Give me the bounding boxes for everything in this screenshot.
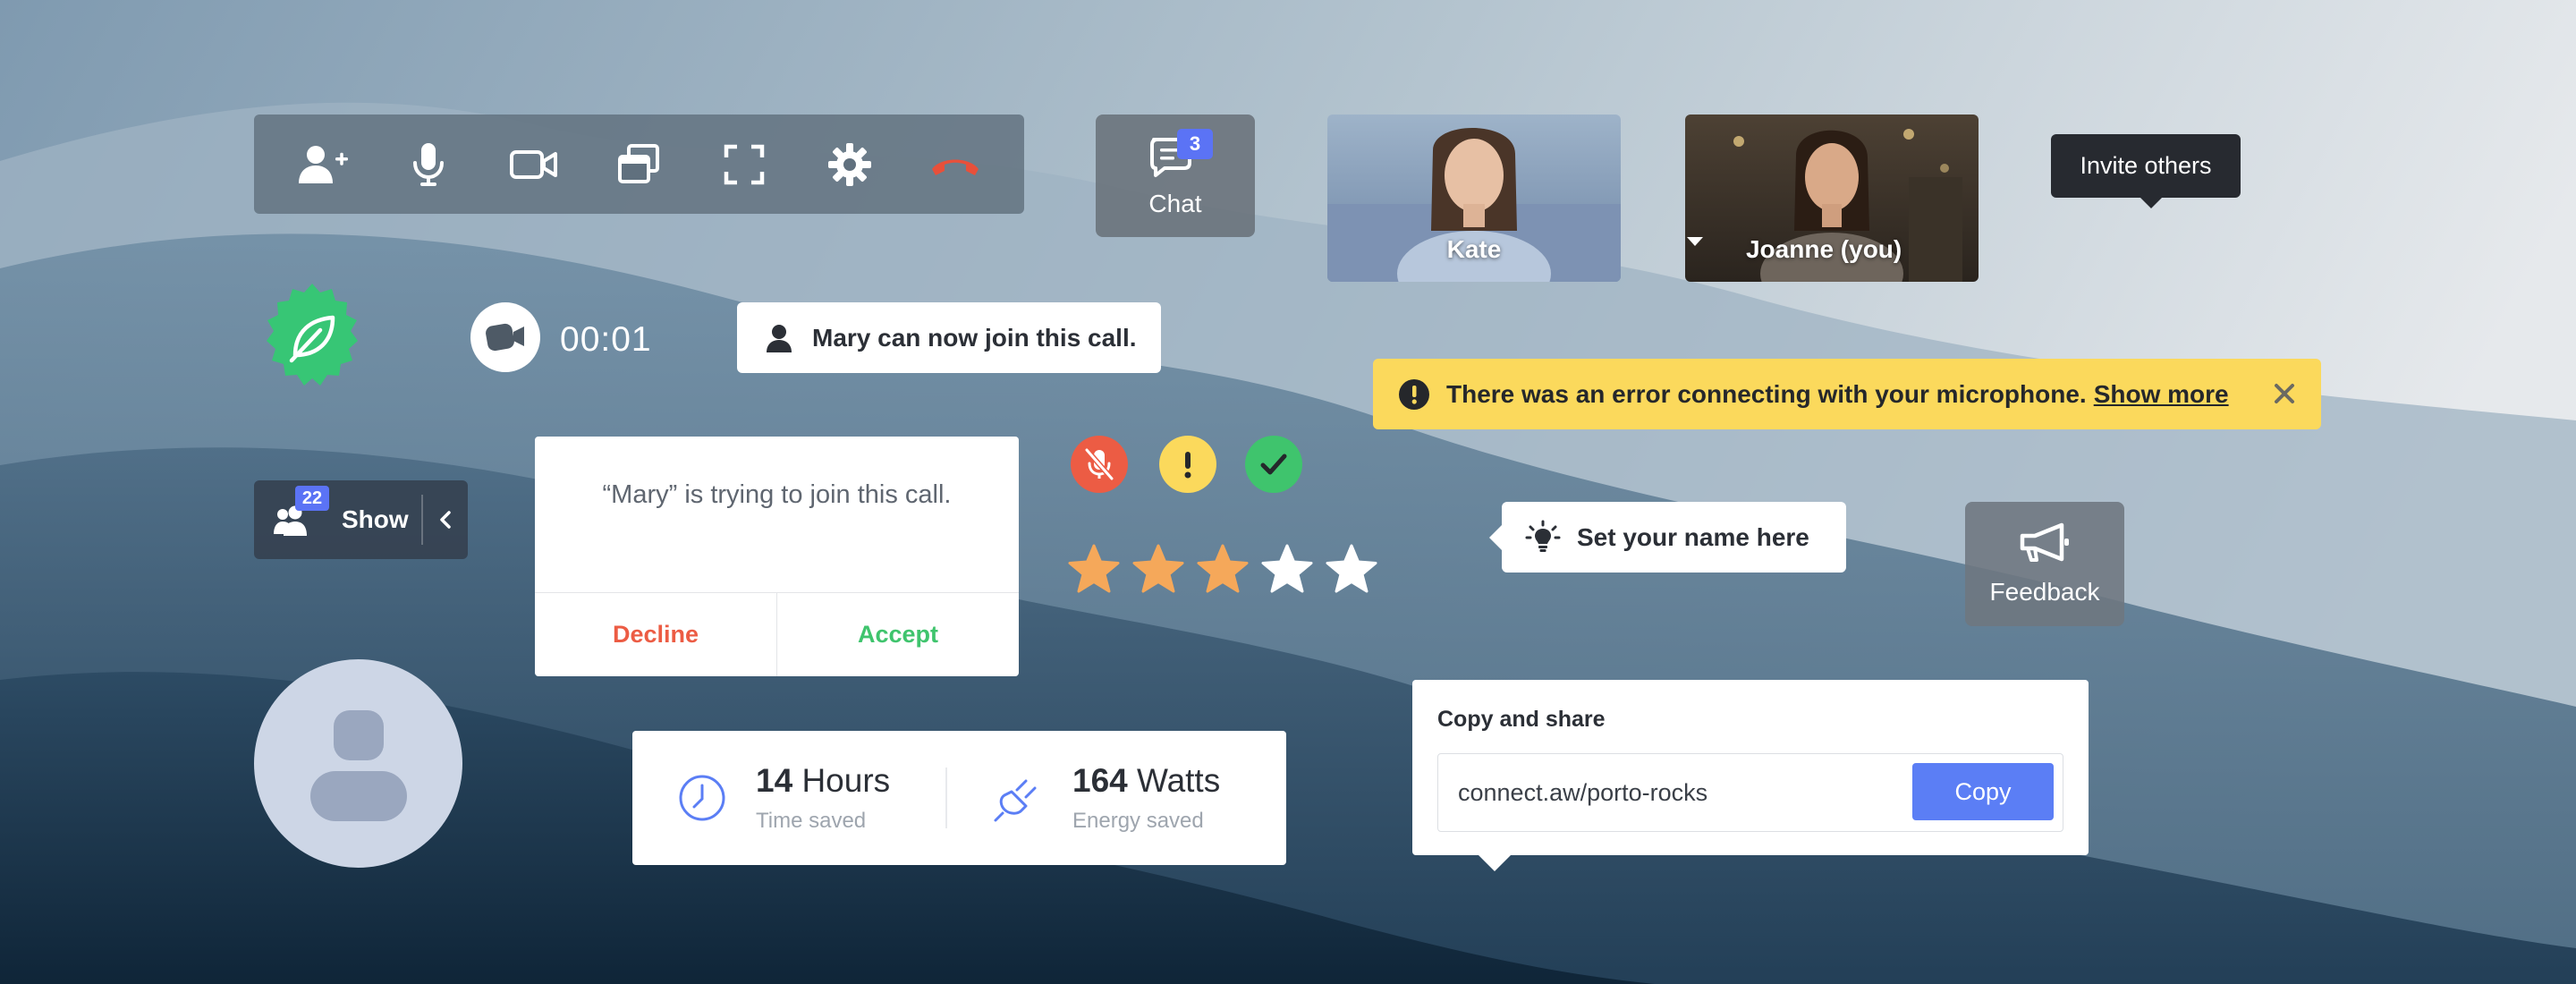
- fullscreen-icon: [724, 144, 765, 184]
- check-icon: [1245, 436, 1302, 493]
- warning-status-icon: [1159, 436, 1216, 493]
- feedback-button[interactable]: Feedback: [1965, 502, 2124, 626]
- recording-indicator: [470, 302, 540, 372]
- set-name-placeholder: Set your name here: [1577, 522, 1809, 551]
- invite-others-tooltip: Invite others: [2051, 134, 2241, 208]
- show-more-link[interactable]: Show more: [2094, 380, 2229, 409]
- share-url-field: Copy: [1437, 753, 2063, 832]
- call-toolbar: [254, 115, 1024, 214]
- star-filled-icon[interactable]: [1131, 543, 1185, 597]
- megaphone-icon: [2020, 522, 2069, 562]
- star-filled-icon[interactable]: [1067, 543, 1121, 597]
- chevron-left-icon[interactable]: [433, 507, 458, 532]
- star-empty-icon[interactable]: [1325, 543, 1378, 597]
- stat-energy-value: 164 Watts: [1072, 762, 1220, 800]
- divider: [421, 495, 423, 545]
- add-user-button[interactable]: [289, 131, 357, 199]
- warning-icon: [1399, 378, 1429, 410]
- star-filled-icon[interactable]: [1196, 543, 1250, 597]
- plug-icon: [994, 779, 1037, 822]
- camera-button[interactable]: [500, 131, 568, 199]
- eco-badge: [258, 282, 367, 391]
- stat-time-value: 14 Hours: [756, 762, 890, 800]
- participants-count-badge: 22: [295, 486, 329, 511]
- hang-up-icon: [931, 159, 979, 175]
- participants-icon-wrap: 22: [272, 486, 329, 538]
- stat-energy-text: 164 Watts Energy saved: [1072, 762, 1220, 834]
- tile-name-joanne: Joanne (you): [1685, 235, 1979, 264]
- accept-button[interactable]: Accept: [777, 593, 1019, 676]
- stat-energy-unit: Watts: [1137, 762, 1221, 799]
- user-avatar-icon: [309, 709, 407, 821]
- stats-card: 14 Hours Time saved 164 Watts Energy sav…: [632, 731, 1286, 865]
- clock-icon: [679, 775, 725, 821]
- video-tile-joanne[interactable]: Joanne (you): [1685, 115, 1979, 282]
- chat-label: Chat: [1148, 189, 1202, 217]
- user-icon: [767, 324, 792, 352]
- fullscreen-button[interactable]: [710, 131, 778, 199]
- stat-time-unit: Hours: [801, 762, 891, 799]
- leaf-badge-icon: [267, 284, 358, 386]
- participants-toggle[interactable]: 22 Show: [254, 480, 468, 559]
- microphone-button[interactable]: [394, 131, 462, 199]
- stat-energy-label: Energy saved: [1072, 809, 1204, 833]
- error-banner: There was an error connecting with your …: [1373, 359, 2321, 429]
- stat-time-label: Time saved: [756, 809, 867, 833]
- call-timer: 00:01: [560, 320, 652, 359]
- join-request-dialog: “Mary” is trying to join this call. Decl…: [535, 437, 1019, 676]
- stat-time-saved: 14 Hours Time saved: [632, 762, 945, 834]
- hang-up-button[interactable]: [921, 131, 989, 199]
- error-message: There was an error connecting with your …: [1446, 379, 2087, 408]
- settings-button[interactable]: [816, 131, 884, 199]
- decline-button[interactable]: Decline: [535, 593, 777, 676]
- feedback-label: Feedback: [1989, 577, 2100, 606]
- join-request-message: “Mary” is trying to join this call.: [602, 480, 952, 509]
- tile-name-joanne-text: Joanne (you): [1745, 235, 1902, 263]
- show-participants-label: Show: [342, 505, 409, 533]
- add-user-icon: [298, 145, 348, 183]
- video-record-icon: [486, 323, 524, 352]
- share-title: Copy and share: [1437, 707, 1606, 732]
- join-request-actions: Decline Accept: [535, 592, 1019, 676]
- join-notification: Mary can now join this call.: [737, 302, 1161, 373]
- tile-name-kate: Kate: [1446, 235, 1502, 263]
- notification-text: Mary can now join this call.: [812, 323, 1137, 352]
- chat-badge: 3: [1177, 128, 1213, 159]
- copy-button[interactable]: Copy: [1912, 763, 2054, 820]
- microphone-icon: [412, 142, 444, 186]
- screen-share-button[interactable]: [605, 131, 673, 199]
- chat-icon-wrap: 3: [1148, 128, 1213, 181]
- stat-energy-saved: 164 Watts Energy saved: [947, 762, 1260, 834]
- chat-button[interactable]: 3 Chat: [1096, 115, 1255, 237]
- share-card: Copy and share Copy: [1412, 680, 2089, 871]
- star-empty-icon[interactable]: [1260, 543, 1314, 597]
- video-tile-kate[interactable]: Kate: [1327, 115, 1621, 282]
- set-name-input[interactable]: Set your name here: [1489, 502, 1846, 573]
- settings-icon: [828, 142, 872, 186]
- screen-share-icon: [618, 143, 660, 183]
- lightbulb-icon: [1525, 520, 1561, 552]
- stat-time-text: 14 Hours Time saved: [756, 762, 890, 834]
- avatar: [254, 659, 462, 868]
- stat-energy-number: 164: [1072, 762, 1128, 799]
- camera-icon: [509, 149, 557, 179]
- stat-time-number: 14: [756, 762, 793, 799]
- mic-muted-icon: [1071, 436, 1128, 493]
- close-icon[interactable]: [2271, 380, 2298, 407]
- rating-stars: [1067, 543, 1378, 597]
